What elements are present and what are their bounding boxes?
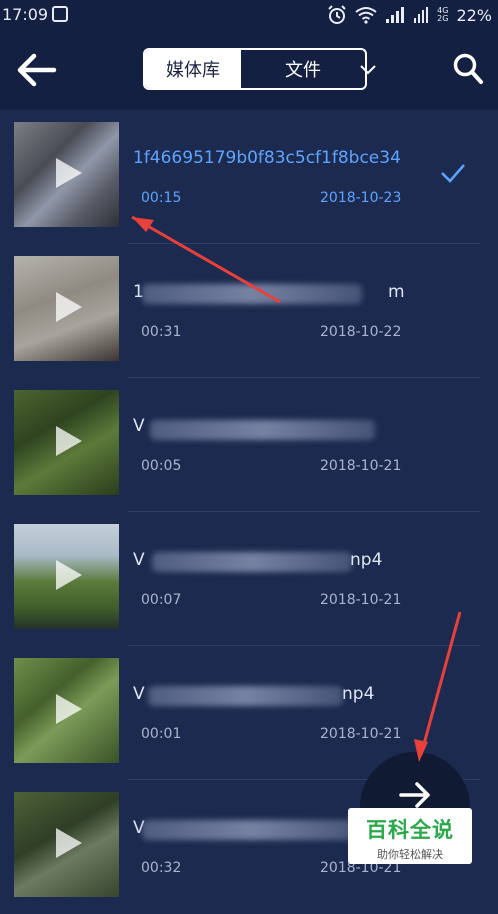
- play-icon: [56, 292, 82, 322]
- video-date: 2018-10-23: [320, 190, 402, 206]
- search-icon[interactable]: [452, 52, 484, 86]
- video-name: V: [133, 550, 145, 570]
- video-name: 1f46695179b0f83c5cf1f8bce34: [133, 148, 401, 168]
- video-thumbnail: [14, 792, 119, 897]
- play-icon: [56, 828, 82, 858]
- alarm-icon: [328, 5, 346, 24]
- network-bottom: 2G: [437, 14, 449, 23]
- video-item[interactable]: 1 m 00:31 2018-10-22: [0, 244, 498, 378]
- redacted-name: [142, 284, 362, 304]
- tab-files[interactable]: 文件: [241, 50, 365, 88]
- video-item[interactable]: 1f46695179b0f83c5cf1f8bce34 00:15 2018-1…: [0, 110, 498, 244]
- signal-icon: [386, 7, 405, 23]
- play-icon: [56, 560, 82, 590]
- checkmark-icon: [441, 164, 465, 183]
- video-name-end: np4: [342, 684, 375, 704]
- video-thumbnail: [14, 524, 119, 629]
- redacted-name: [152, 552, 352, 572]
- play-icon: [56, 158, 82, 188]
- status-bar: 17:09 4G 2G 22%: [0, 0, 498, 30]
- watermark-logo: 百科全说 助你轻松解决: [348, 808, 472, 864]
- video-date: 2018-10-21: [320, 458, 402, 474]
- wifi-icon: [355, 7, 377, 24]
- network-type: 4G 2G: [437, 7, 448, 23]
- video-duration: 00:31: [141, 324, 182, 340]
- redacted-name: [148, 686, 343, 706]
- video-thumbnail: [14, 122, 119, 227]
- redacted-name: [142, 820, 362, 840]
- video-name: V: [133, 416, 145, 436]
- battery-percent: 22%: [456, 5, 492, 25]
- video-date: 2018-10-21: [320, 726, 402, 742]
- chevron-down-icon[interactable]: [358, 59, 378, 79]
- back-arrow-icon[interactable]: [14, 50, 58, 90]
- top-bar: 媒体库 文件: [0, 30, 498, 110]
- signal-icon-2: [414, 7, 429, 23]
- play-icon: [56, 694, 82, 724]
- video-duration: 00:15: [141, 190, 182, 206]
- video-thumbnail: [14, 658, 119, 763]
- video-thumbnail: [14, 390, 119, 495]
- video-name-end: m: [388, 282, 405, 302]
- video-name: V: [133, 684, 145, 704]
- redacted-name: [150, 420, 375, 440]
- video-duration: 00:07: [141, 592, 182, 608]
- screenshot-icon: [52, 6, 68, 22]
- video-date: 2018-10-21: [320, 592, 402, 608]
- video-name-end: np4: [350, 550, 383, 570]
- video-item[interactable]: V np4 00:07 2018-10-21: [0, 512, 498, 646]
- watermark-title: 百科全说: [366, 818, 454, 842]
- tab-media-library[interactable]: 媒体库: [145, 50, 241, 88]
- status-icons: 4G 2G 22%: [327, 5, 492, 25]
- watermark-subtitle: 助你轻松解决: [377, 848, 443, 861]
- status-time: 17:09: [2, 5, 49, 24]
- video-item[interactable]: V 00:05 2018-10-21: [0, 378, 498, 512]
- video-thumbnail: [14, 256, 119, 361]
- video-duration: 00:01: [141, 726, 182, 742]
- video-duration: 00:05: [141, 458, 182, 474]
- video-date: 2018-10-22: [320, 324, 402, 340]
- play-icon: [56, 426, 82, 456]
- source-tabs: 媒体库 文件: [143, 48, 367, 90]
- next-arrow-icon: [399, 782, 430, 808]
- video-duration: 00:32: [141, 860, 182, 876]
